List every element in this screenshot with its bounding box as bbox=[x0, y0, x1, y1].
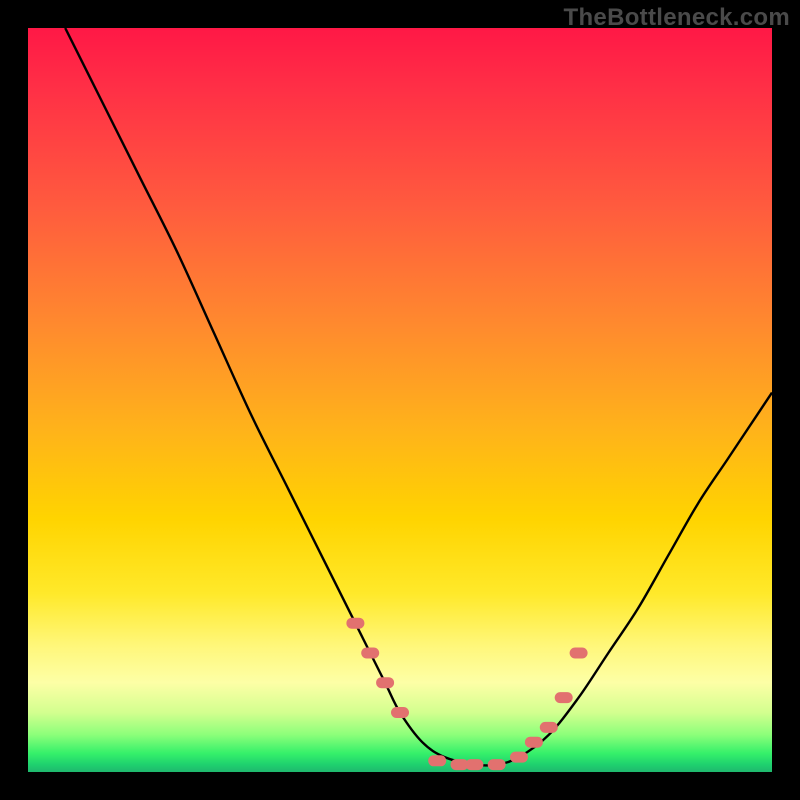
marker-point bbox=[391, 707, 409, 718]
marker-point bbox=[555, 692, 573, 703]
marker-point bbox=[376, 677, 394, 688]
marker-point bbox=[346, 618, 364, 629]
marker-point bbox=[540, 722, 558, 733]
marker-point bbox=[525, 737, 543, 748]
plot-area bbox=[28, 28, 772, 772]
watermark-text: TheBottleneck.com bbox=[564, 4, 790, 32]
markers-layer bbox=[346, 618, 587, 770]
marker-point bbox=[570, 648, 588, 659]
chart-frame: TheBottleneck.com bbox=[0, 0, 800, 800]
marker-point bbox=[510, 752, 528, 763]
marker-point bbox=[428, 755, 446, 766]
marker-point bbox=[361, 648, 379, 659]
bottleneck-curve bbox=[65, 28, 772, 766]
marker-point bbox=[465, 759, 483, 770]
curve-layer bbox=[65, 28, 772, 766]
curve-svg bbox=[28, 28, 772, 772]
marker-point bbox=[488, 759, 506, 770]
